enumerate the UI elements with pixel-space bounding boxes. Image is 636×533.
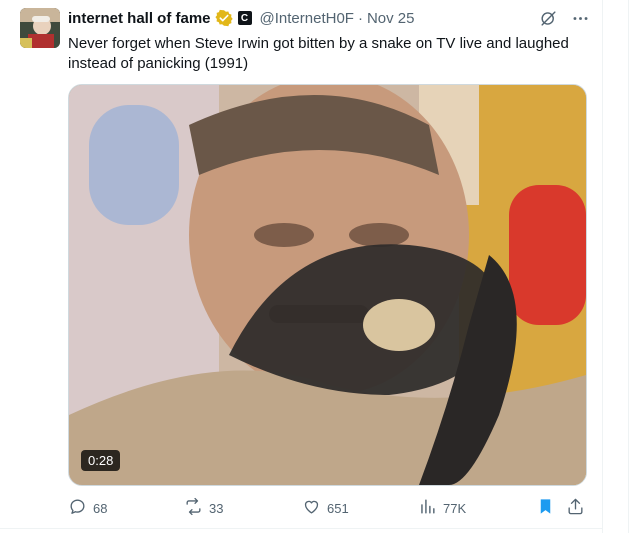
like-count: 651 — [327, 500, 349, 516]
views-count: 77K — [443, 500, 467, 516]
more-icon[interactable] — [570, 8, 590, 28]
separator-dot: · — [357, 9, 363, 27]
grok-icon[interactable] — [538, 8, 558, 28]
like-button[interactable]: 651 — [302, 496, 349, 520]
repost-icon — [184, 497, 203, 519]
repost-count: 33 — [209, 500, 224, 516]
bookmark-icon — [536, 497, 555, 519]
share-icon — [566, 497, 585, 519]
video-player[interactable]: 0:28 — [68, 84, 587, 486]
tweet-header: internet hall of fame C @InternetH0F · N… — [68, 8, 415, 28]
tweet-text: Never forget when Steve Irwin got bitten… — [68, 35, 569, 72]
author-name[interactable]: internet hall of fame — [68, 10, 211, 27]
repost-button[interactable]: 33 — [184, 496, 223, 520]
author-handle[interactable]: @InternetH0F — [260, 10, 354, 27]
tweet-actions: 68 33 651 77K — [68, 496, 588, 520]
timestamp[interactable]: Nov 25 — [367, 10, 415, 27]
tweet[interactable]: internet hall of fame C @InternetH0F · N… — [0, 0, 602, 528]
reply-button[interactable]: 68 — [68, 496, 107, 520]
timeline-border — [602, 0, 603, 533]
reply-count: 68 — [93, 500, 108, 516]
share-button[interactable] — [566, 496, 585, 520]
tweet-divider — [0, 528, 603, 529]
video-duration: 0:28 — [81, 450, 121, 471]
video-thumbnail — [69, 85, 586, 485]
bookmark-button[interactable] — [536, 496, 555, 520]
reply-icon — [68, 497, 87, 519]
views-button[interactable]: 77K — [418, 496, 466, 520]
verified-icon[interactable] — [214, 9, 233, 27]
views-icon — [418, 497, 437, 519]
tweet-top-actions — [538, 8, 590, 28]
like-icon — [302, 497, 321, 519]
sidebar-border — [628, 0, 629, 533]
avatar[interactable] — [20, 8, 60, 48]
affiliate-icon[interactable]: C — [237, 11, 252, 25]
